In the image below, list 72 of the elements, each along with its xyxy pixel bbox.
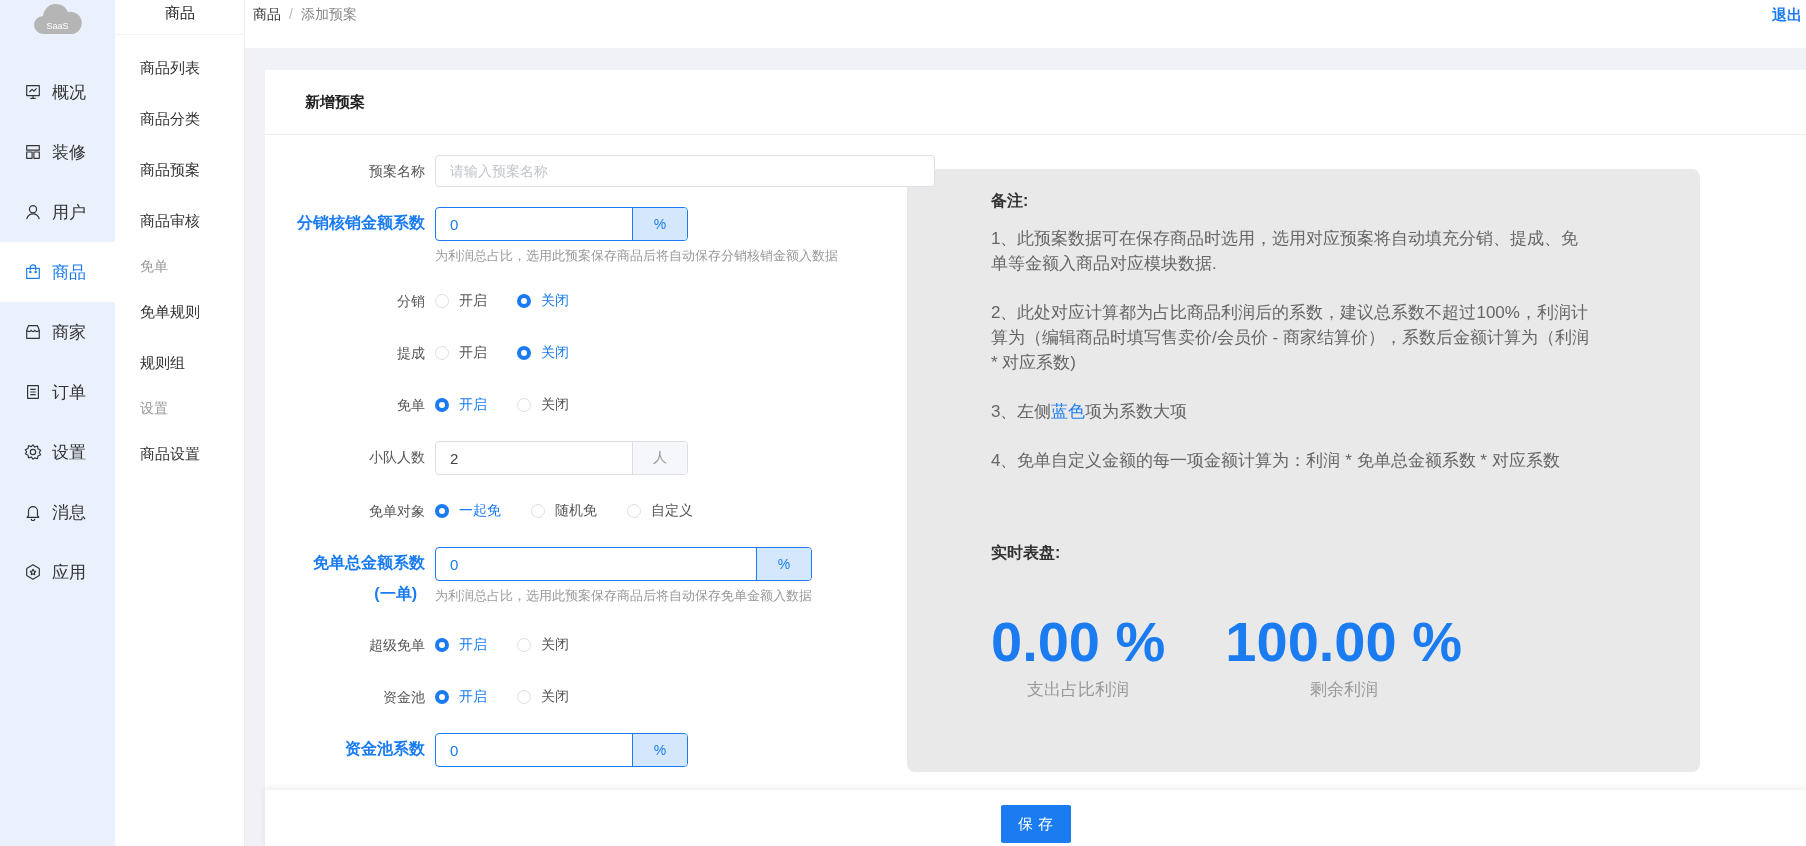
dashboard-title: 实时表盘:	[991, 543, 1062, 563]
menu-group-label: 设置	[139, 399, 169, 418]
nav-item[interactable]: 应用	[0, 542, 115, 602]
nav-item[interactable]: 用户	[0, 182, 115, 242]
field-label: 分销核销金额系数	[297, 213, 425, 233]
radio-option[interactable]: 关闭	[517, 344, 569, 362]
stat-value: 100.00 %	[1225, 614, 1462, 670]
document-icon	[24, 383, 42, 401]
nav-item[interactable]: 商家	[0, 302, 115, 362]
stat-value: 0.00 %	[991, 614, 1166, 670]
submenu-item[interactable]: 商品分类	[115, 94, 244, 145]
radio-option[interactable]: 开启	[435, 688, 487, 706]
field-label: 小队人数	[369, 448, 425, 467]
note-text: 3、左侧蓝色项为系数大项	[991, 401, 1189, 423]
note-text: 2、此处对应计算都为占比商品利润后的系数，建议总系数不超过100%，利润计算为（编辑商品时填写售卖价/会员价 - 商家结算价），系数后金额计算为（利润 * 对应系数)	[991, 302, 1590, 374]
submenu-title: 商品	[115, 0, 244, 35]
field-hint: 为利润总占比，选用此预案保存商品后将自动保存免单金额入数据	[435, 587, 812, 605]
name-input[interactable]: 请输入预案名称	[435, 155, 935, 187]
note-text: 4、免单自定义金额的每一项金额计算为：利润 * 免单总金额系数 * 对应系数	[991, 450, 1561, 472]
save-button[interactable]: 保 存	[1000, 805, 1071, 843]
store-icon	[24, 323, 42, 341]
submenu-item[interactable]: 规则组	[115, 338, 244, 389]
submenu-item[interactable]: 商品预案	[115, 145, 244, 196]
nav-item[interactable]: 消息	[0, 482, 115, 542]
stat-label: 支出占比利润	[1027, 679, 1130, 701]
nav-item[interactable]: 订单	[0, 362, 115, 422]
breadcrumb-item: 添加预案	[300, 6, 357, 24]
logout-link[interactable]: 退出	[1772, 6, 1802, 25]
radio-option[interactable]: 关闭	[517, 688, 569, 706]
field-label: 资金池	[383, 688, 425, 707]
field-label: 提成	[397, 344, 425, 363]
note-text: 1、此预案数据可在保存商品时选用，选用对应预案将自动填充分销、提成、免单等金额入商品对应模块数据.	[991, 228, 1580, 275]
radio-option[interactable]: 自定义	[627, 502, 693, 520]
nav-item[interactable]: 装修	[0, 122, 115, 182]
shopping-bag-icon	[24, 263, 42, 281]
card-title: 新增预案	[265, 70, 1806, 135]
submenu-item[interactable]: 免单规则	[115, 287, 244, 338]
field-hint: 为利润总占比，选用此预案保存商品后将自动保存分销核销金额入数据	[435, 247, 838, 265]
radio-option[interactable]: 开启	[435, 636, 487, 654]
field-label: 免单总金额系数	[313, 553, 425, 573]
field-label: 资金池系数	[345, 739, 425, 759]
stat-label: 剩余利润	[1309, 679, 1378, 701]
nav-item[interactable]: 设置	[0, 422, 115, 482]
breadcrumb-separator: /	[289, 6, 293, 22]
field-label: 免单	[397, 396, 425, 415]
presentation-icon	[24, 83, 42, 101]
radio-option[interactable]: 开启	[435, 396, 487, 414]
menu-group-label: 免单	[139, 257, 169, 276]
layout-icon	[24, 143, 42, 161]
radio-option[interactable]: 一起免	[435, 502, 501, 520]
settings-icon	[24, 443, 42, 461]
field-label: 分销	[397, 292, 425, 311]
bell-icon	[24, 503, 42, 521]
field-label: 免单对象	[369, 502, 425, 521]
star-badge-icon	[24, 563, 42, 581]
breadcrumb-item[interactable]: 商品	[253, 6, 281, 24]
field-label: (一单)	[374, 584, 417, 604]
nav-item[interactable]: 概况	[0, 62, 115, 122]
radio-option[interactable]: 开启	[435, 292, 487, 310]
radio-option[interactable]: 关闭	[517, 636, 569, 654]
field-label: 超级免单	[369, 636, 425, 655]
user-icon	[24, 203, 42, 221]
nav-item[interactable]: 商品	[0, 242, 115, 302]
submenu-item[interactable]: 商品列表	[115, 43, 244, 94]
submenu-item[interactable]: 商品设置	[115, 429, 244, 480]
field-label: 预案名称	[369, 162, 425, 181]
radio-option[interactable]: 随机免	[531, 502, 597, 520]
notes-title: 备注:	[991, 191, 1030, 211]
submenu-item[interactable]: 商品审核	[115, 196, 244, 247]
radio-option[interactable]: 开启	[435, 344, 487, 362]
radio-option[interactable]: 关闭	[517, 292, 569, 310]
radio-option[interactable]: 关闭	[517, 396, 569, 414]
